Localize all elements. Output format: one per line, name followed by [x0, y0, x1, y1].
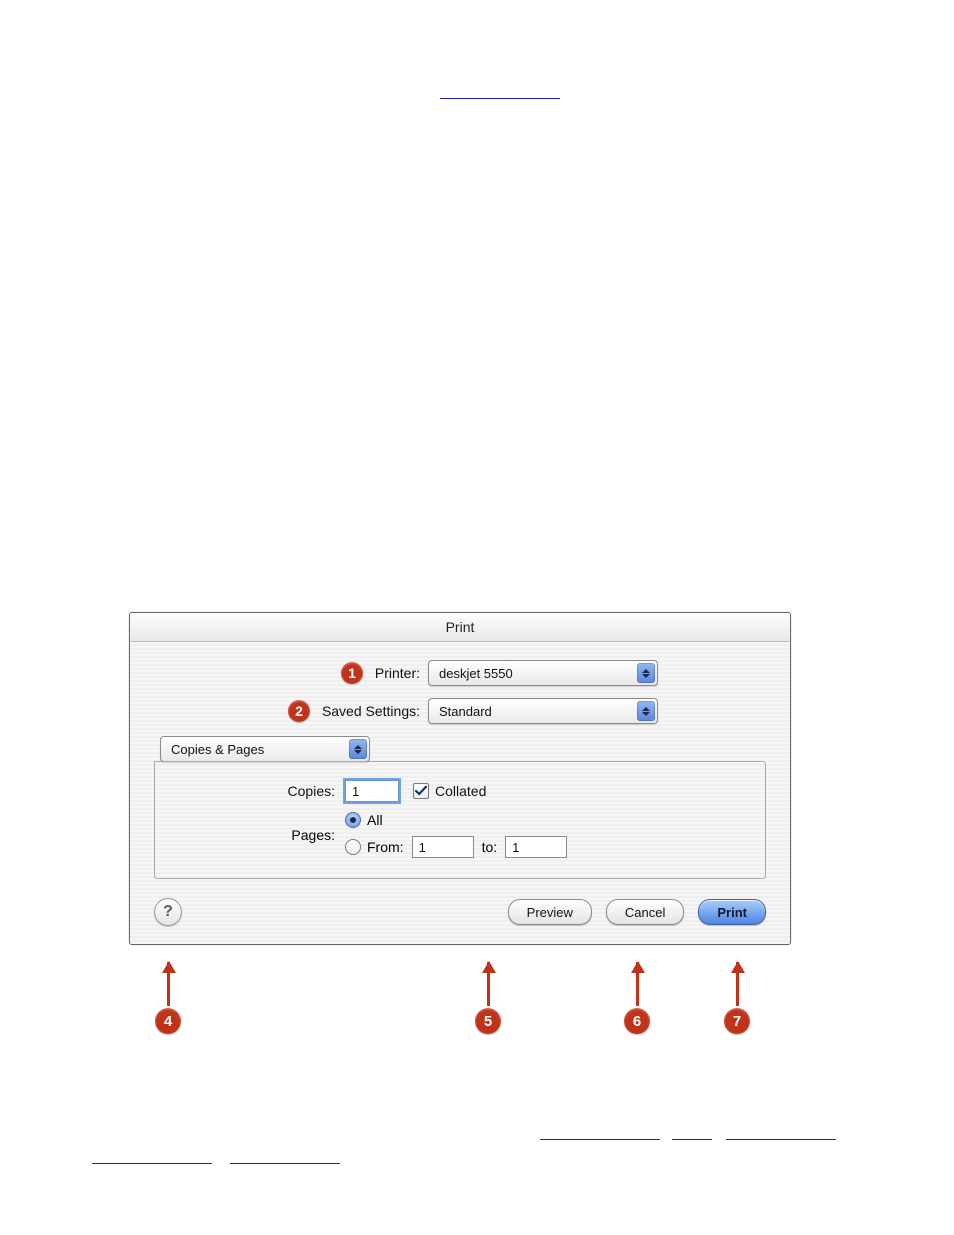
- callout-arrow-5: [487, 962, 490, 1006]
- pages-all-option[interactable]: All: [345, 812, 575, 828]
- hyperlink-underline: [726, 1139, 836, 1140]
- popup-arrows-icon: [637, 663, 655, 683]
- pages-all-label: All: [367, 812, 383, 828]
- print-button[interactable]: Print: [698, 899, 766, 925]
- print-dialog: Print 1 Printer: deskjet 5550 2 Saved Se…: [129, 612, 791, 945]
- copies-pages-group: Copies: Collated Pages: All: [154, 761, 766, 879]
- help-button[interactable]: ?: [154, 898, 182, 926]
- printer-label: Printer:: [375, 665, 420, 681]
- collated-checkbox[interactable]: [413, 783, 429, 799]
- dialog-body: 1 Printer: deskjet 5550 2 Saved Settings…: [130, 642, 790, 944]
- copies-label: Copies:: [175, 783, 345, 799]
- callout-badge-1: 1: [341, 662, 363, 684]
- saved-settings-label: Saved Settings:: [322, 703, 420, 719]
- radio-all[interactable]: [345, 812, 361, 828]
- question-mark-icon: ?: [163, 903, 173, 921]
- copies-field[interactable]: [345, 780, 399, 802]
- hyperlink-underline-top: [440, 98, 560, 99]
- callout-badge-2: 2: [288, 700, 310, 722]
- copies-row: Copies: Collated: [175, 780, 745, 802]
- collated-label: Collated: [435, 783, 486, 799]
- popup-arrows-icon: [349, 739, 367, 759]
- radio-from[interactable]: [345, 839, 361, 855]
- panel-popup[interactable]: Copies & Pages: [160, 736, 370, 762]
- callout-arrow-6: [636, 962, 639, 1006]
- callout-badge-6: 6: [624, 1008, 650, 1034]
- pages-label: Pages:: [175, 827, 345, 843]
- callout-arrow-4: [167, 962, 170, 1006]
- pages-from-option[interactable]: From: to:: [345, 836, 575, 858]
- pages-row: Pages: All From: to:: [175, 812, 745, 858]
- saved-settings-value: Standard: [439, 704, 492, 719]
- printer-popup[interactable]: deskjet 5550: [428, 660, 658, 686]
- pages-from-field[interactable]: [412, 836, 474, 858]
- panel-popup-value: Copies & Pages: [171, 742, 264, 757]
- checkmark-icon: [415, 785, 427, 797]
- printer-popup-value: deskjet 5550: [439, 666, 513, 681]
- cancel-button[interactable]: Cancel: [606, 899, 684, 925]
- pages-to-label: to:: [482, 839, 498, 855]
- panel-selector-row: Copies & Pages: [148, 736, 766, 762]
- document-page: 3 Print 1 Printer: deskjet 5550 2: [0, 0, 954, 1235]
- hyperlink-underline: [92, 1163, 212, 1164]
- callout-badge-5: 5: [475, 1008, 501, 1034]
- pages-from-label: From:: [367, 839, 404, 855]
- callout-arrow-7: [736, 962, 739, 1006]
- saved-settings-label-wrap: 2 Saved Settings:: [154, 700, 428, 722]
- saved-settings-row: 2 Saved Settings: Standard: [154, 698, 766, 724]
- hyperlink-underline: [672, 1139, 712, 1140]
- hyperlink-underline: [540, 1139, 660, 1140]
- collated-checkbox-wrap[interactable]: Collated: [413, 783, 486, 799]
- saved-settings-popup[interactable]: Standard: [428, 698, 658, 724]
- dialog-button-bar: ? Preview Cancel Print: [154, 898, 766, 926]
- hyperlink-underline: [230, 1163, 340, 1164]
- pages-to-field[interactable]: [505, 836, 567, 858]
- printer-row: 1 Printer: deskjet 5550: [154, 660, 766, 686]
- pages-options: All From: to:: [345, 812, 575, 858]
- callout-badge-7: 7: [724, 1008, 750, 1034]
- printer-label-wrap: 1 Printer:: [154, 662, 428, 684]
- preview-button[interactable]: Preview: [508, 899, 592, 925]
- dialog-title: Print: [130, 613, 790, 642]
- callout-badge-4: 4: [155, 1008, 181, 1034]
- popup-arrows-icon: [637, 701, 655, 721]
